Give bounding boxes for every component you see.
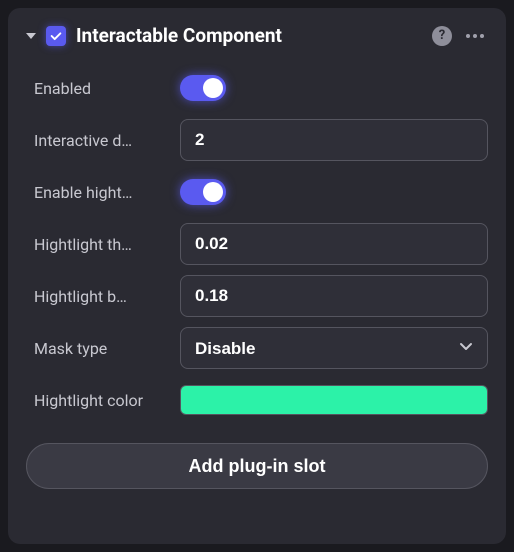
check-icon	[49, 29, 63, 43]
panel-title: Interactable Component	[76, 24, 422, 47]
label-highlight-blur: Hightlight b…	[26, 287, 168, 306]
input-highlight-blur[interactable]	[180, 275, 488, 317]
label-highlight-color: Hightlight color	[26, 391, 168, 410]
row-highlight-color: Hightlight color	[26, 377, 488, 423]
row-highlight-blur: Hightlight b…	[26, 273, 488, 319]
color-swatch-highlight[interactable]	[180, 385, 488, 415]
label-highlight-thickness: Hightlight th…	[26, 235, 168, 254]
component-panel: Interactable Component ? Enabled Interac…	[8, 8, 506, 544]
row-enable-highlight: Enable hight…	[26, 169, 488, 215]
input-highlight-thickness[interactable]	[180, 223, 488, 265]
row-enabled: Enabled	[26, 65, 488, 111]
label-mask-type: Mask type	[26, 339, 168, 358]
label-interactive-distance: Interactive d…	[26, 131, 168, 150]
add-plugin-slot-button[interactable]: Add plug-in slot	[26, 443, 488, 489]
row-mask-type: Mask type Disable	[26, 325, 488, 371]
collapse-arrow-icon[interactable]	[26, 33, 36, 39]
row-interactive-distance: Interactive d…	[26, 117, 488, 163]
select-mask-type[interactable]: Disable	[180, 327, 488, 369]
help-icon[interactable]: ?	[432, 26, 452, 46]
label-enable-highlight: Enable hight…	[26, 183, 168, 202]
component-enable-checkbox[interactable]	[46, 26, 66, 46]
input-interactive-distance[interactable]	[180, 119, 488, 161]
row-highlight-thickness: Hightlight th…	[26, 221, 488, 267]
toggle-enabled[interactable]	[180, 75, 226, 101]
toggle-enable-highlight[interactable]	[180, 179, 226, 205]
panel-header: Interactable Component ?	[26, 24, 488, 47]
label-enabled: Enabled	[26, 79, 168, 98]
more-icon[interactable]	[462, 30, 488, 42]
